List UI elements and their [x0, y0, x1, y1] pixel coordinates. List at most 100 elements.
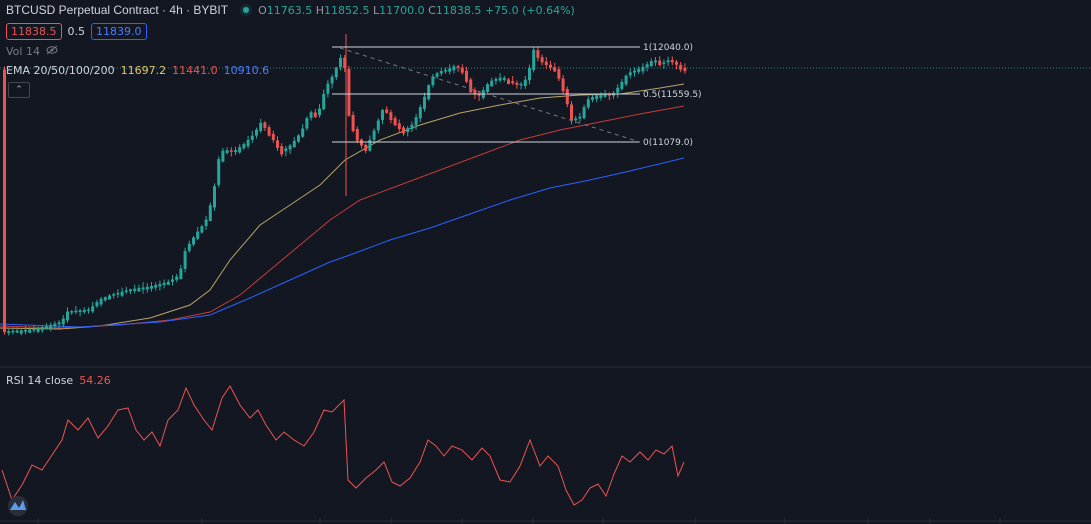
candle-body — [154, 284, 158, 288]
candle-body — [460, 67, 464, 73]
candle-body — [549, 64, 552, 68]
candle-body — [582, 107, 586, 119]
candle-body — [66, 311, 69, 321]
candle-body — [49, 324, 53, 329]
candle-body — [129, 289, 132, 292]
fib-level-label: 0.5(11559.5) — [643, 90, 702, 100]
collapse-legend-button[interactable]: ⌃ — [8, 82, 30, 98]
candle-body — [456, 66, 460, 68]
symbol-title[interactable]: BTCUSD Perpetual Contract · 4h · BYBIT — [6, 3, 228, 17]
candle-body — [99, 298, 103, 305]
candle-body — [536, 50, 540, 58]
candle-body — [473, 90, 477, 94]
candle-body — [532, 49, 536, 71]
candle-body — [490, 80, 494, 87]
candle-body — [658, 60, 662, 66]
candle-body — [288, 145, 292, 150]
candle-body — [376, 120, 380, 131]
candle-body — [528, 68, 531, 81]
candle-body — [322, 93, 326, 110]
candle-body — [523, 79, 527, 86]
candle-body — [74, 310, 78, 313]
low-value: 11700.0 — [379, 3, 425, 17]
candle-body — [683, 67, 687, 72]
candle-body — [276, 140, 279, 148]
candle-body — [469, 79, 473, 93]
candle-body — [486, 84, 489, 92]
rsi-legend: RSI 14 close 54.26 — [6, 374, 111, 387]
candle-body — [599, 94, 603, 98]
candle-body — [162, 282, 166, 285]
spread-value: 0.5 — [67, 25, 86, 38]
candle-body — [355, 129, 359, 141]
candle-body — [171, 279, 174, 282]
candle-body — [3, 69, 6, 333]
candle-body — [406, 128, 410, 133]
candle-body — [103, 297, 107, 301]
rsi-value: 54.26 — [79, 374, 111, 387]
open-label: O — [258, 3, 267, 17]
candle-body — [45, 326, 48, 329]
candle-body — [116, 292, 120, 295]
candle-body — [208, 205, 212, 221]
candle-body — [28, 329, 32, 333]
candle-body — [11, 330, 15, 333]
volume-label[interactable]: Vol 14 — [6, 45, 40, 58]
candle-body — [267, 127, 271, 136]
candle-body — [53, 323, 57, 327]
candle-body — [141, 287, 145, 290]
chart-canvas[interactable]: 1(12040.0) 0.5(11559.5) 0(11079.0) — [0, 0, 1091, 524]
candle-body — [313, 112, 317, 118]
candle-body — [498, 77, 502, 81]
candle-body — [540, 57, 544, 63]
candle-body — [32, 329, 36, 331]
candle-body — [297, 135, 300, 142]
candle-body — [595, 95, 599, 100]
candle-body — [418, 107, 422, 119]
candle-body — [519, 83, 523, 86]
candle-body — [145, 286, 149, 290]
sell-button[interactable]: 11838.5 — [6, 23, 62, 40]
high-value: 11852.5 — [324, 3, 370, 17]
candle-body — [330, 76, 334, 84]
candle-body — [36, 328, 40, 332]
candle-body — [553, 67, 557, 72]
candle-body — [544, 61, 548, 66]
ema20-value: 11697.2 — [120, 64, 167, 77]
candle-body — [502, 77, 506, 80]
close-value: 11838.5 — [435, 3, 482, 17]
candle-body — [95, 302, 99, 307]
candle-body — [271, 133, 275, 141]
candle-body — [318, 108, 321, 116]
candle-body — [372, 130, 376, 140]
buy-button[interactable]: 11839.0 — [91, 23, 147, 40]
ema-label[interactable]: EMA 20/50/100/200 — [6, 64, 115, 77]
candle-body — [255, 129, 258, 136]
candle-body — [591, 97, 594, 100]
open-value: 11763.5 — [266, 3, 313, 17]
candle-body — [507, 79, 510, 84]
candle-body — [179, 268, 183, 280]
candle-body — [666, 60, 670, 63]
candle-body — [339, 58, 342, 68]
candle-body — [616, 87, 620, 93]
candle-body — [213, 186, 216, 208]
candle-body — [351, 115, 355, 132]
candle-body — [57, 322, 61, 325]
candle-body — [175, 276, 179, 280]
candle-body — [452, 66, 456, 71]
tradingview-logo-icon[interactable] — [8, 496, 28, 516]
market-status-icon[interactable] — [240, 4, 253, 16]
candle-body — [309, 112, 313, 118]
candle-body — [221, 150, 225, 162]
rsi-label[interactable]: RSI 14 close — [6, 374, 73, 387]
candle-body — [620, 81, 624, 89]
hidden-eye-icon[interactable] — [46, 45, 58, 58]
candle-body — [414, 117, 418, 126]
candle-body — [494, 78, 498, 81]
candle-body — [19, 330, 23, 334]
high-label: H — [315, 3, 325, 17]
candle-body — [204, 219, 208, 227]
candle-body — [561, 78, 565, 92]
ema-legend: EMA 20/50/100/200 11697.2 11441.0 10910.… — [6, 64, 269, 77]
